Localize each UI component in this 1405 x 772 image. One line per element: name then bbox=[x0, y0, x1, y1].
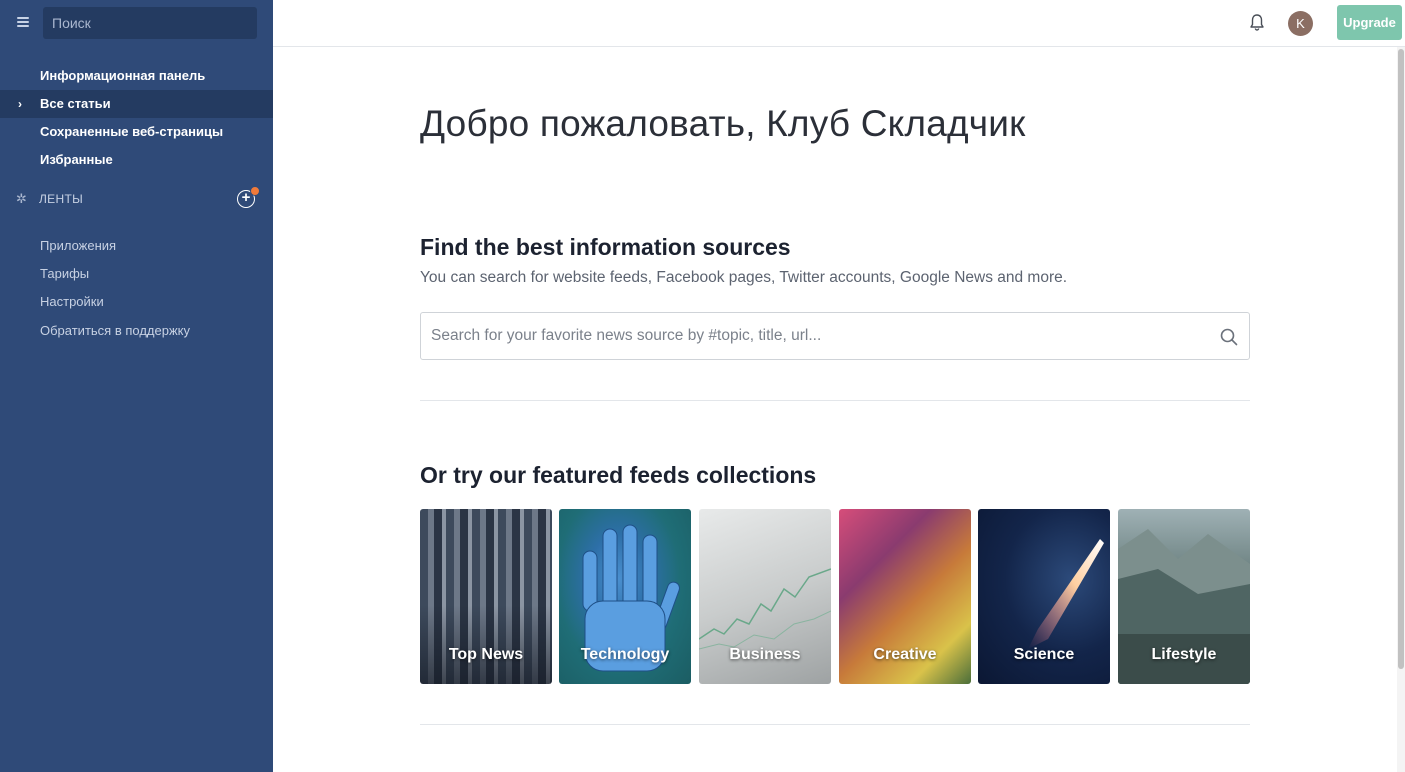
collection-card-science[interactable]: Science bbox=[978, 509, 1110, 684]
nav-item-label: Все статьи bbox=[40, 96, 111, 111]
collection-label: Business bbox=[729, 646, 801, 663]
sidebar: Информационная панель › Все статьи Сохра… bbox=[0, 0, 273, 772]
welcome-heading: Добро пожаловать, Клуб Складчик bbox=[420, 103, 1026, 144]
scrollbar[interactable] bbox=[1397, 47, 1405, 772]
sidebar-search-input[interactable] bbox=[43, 7, 257, 39]
stock-chart-icon bbox=[699, 568, 831, 650]
sidebar-link-support[interactable]: Обратиться в поддержку bbox=[40, 321, 190, 341]
chevron-right-icon[interactable]: › bbox=[18, 90, 22, 118]
nav-item-favorites[interactable]: Избранные bbox=[0, 146, 273, 174]
featured-collections-title: Or try our featured feeds collections bbox=[420, 462, 817, 488]
top-bar: K Upgrade bbox=[273, 0, 1405, 47]
collection-label: Lifestyle bbox=[1151, 646, 1217, 663]
upgrade-button[interactable]: Upgrade bbox=[1337, 5, 1402, 40]
gear-icon[interactable]: ✲ bbox=[16, 191, 27, 207]
nav-item-label: Избранные bbox=[40, 152, 113, 167]
featured-collections-grid: Top News Technology Business Creative Sc… bbox=[420, 509, 1250, 684]
collection-label: Top News bbox=[448, 646, 524, 663]
collection-label: Science bbox=[1013, 646, 1075, 663]
sidebar-link-apps[interactable]: Приложения bbox=[40, 236, 116, 256]
search-icon[interactable] bbox=[1219, 327, 1239, 347]
nav-item-dashboard[interactable]: Информационная панель bbox=[0, 62, 273, 90]
nav-item-label: Сохраненные веб-страницы bbox=[40, 124, 224, 139]
section-divider bbox=[420, 400, 1250, 401]
rocket-icon bbox=[1028, 539, 1104, 649]
scrollbar-thumb[interactable] bbox=[1398, 49, 1404, 669]
bell-icon[interactable] bbox=[1248, 13, 1266, 33]
collection-card-business[interactable]: Business bbox=[699, 509, 831, 684]
source-search-input[interactable] bbox=[421, 313, 1211, 359]
notification-dot-icon bbox=[250, 186, 260, 196]
nav-item-all-articles[interactable]: › Все статьи bbox=[0, 90, 273, 118]
collection-card-creative[interactable]: Creative bbox=[839, 509, 971, 684]
collection-card-technology[interactable]: Technology bbox=[559, 509, 691, 684]
user-avatar[interactable]: K bbox=[1288, 11, 1313, 36]
hamburger-menu-icon[interactable] bbox=[17, 17, 29, 27]
nav-item-saved-pages[interactable]: Сохраненные веб-страницы bbox=[0, 118, 273, 146]
section-divider bbox=[420, 724, 1250, 725]
feeds-label: ЛЕНТЫ bbox=[39, 192, 83, 206]
collection-label: Technology bbox=[580, 646, 670, 663]
collection-card-lifestyle[interactable]: Lifestyle bbox=[1118, 509, 1250, 684]
find-sources-subtitle: You can search for website feeds, Facebo… bbox=[420, 269, 1068, 286]
sidebar-header bbox=[0, 0, 273, 46]
sidebar-link-settings[interactable]: Настройки bbox=[40, 292, 104, 312]
collection-card-top-news[interactable]: Top News bbox=[420, 509, 552, 684]
feeds-section-header: ✲ ЛЕНТЫ + bbox=[0, 186, 273, 212]
app-root: Информационная панель › Все статьи Сохра… bbox=[0, 0, 1405, 772]
sidebar-link-pricing[interactable]: Тарифы bbox=[40, 264, 89, 284]
source-search-box bbox=[420, 312, 1250, 360]
collection-label: Creative bbox=[873, 646, 937, 663]
find-sources-title: Find the best information sources bbox=[420, 234, 791, 260]
nav-item-label: Информационная панель bbox=[40, 68, 206, 83]
